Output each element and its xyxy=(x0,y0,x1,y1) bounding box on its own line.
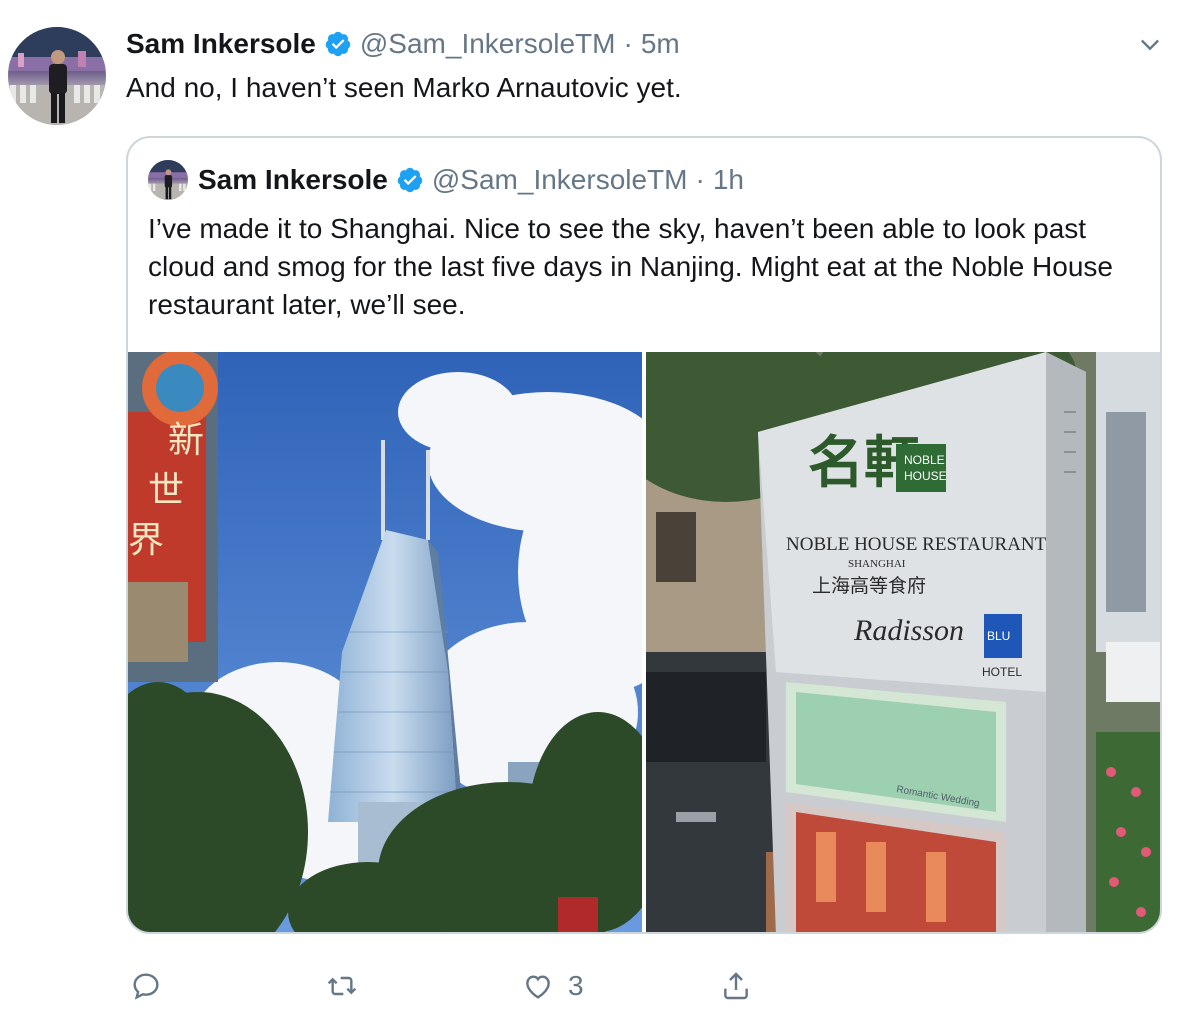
author-handle[interactable]: @Sam_InkersoleTM xyxy=(360,28,616,60)
share-icon xyxy=(724,972,748,1000)
reply-button[interactable] xyxy=(130,962,176,1010)
building-sign-char: 世 xyxy=(148,470,184,511)
photo-skyscraper[interactable]: 新 世 界 xyxy=(128,352,642,932)
verified-icon xyxy=(324,30,352,58)
retweet-icon xyxy=(327,976,357,996)
reply-icon xyxy=(133,973,159,1000)
quoted-author-handle: @Sam_InkersoleTM xyxy=(431,164,688,195)
separator: · xyxy=(695,164,705,195)
tweet-text: And no, I haven’t seen Marko Arnautovic … xyxy=(126,72,682,103)
sign-badge-line1: NOBLE xyxy=(904,453,945,467)
retweet-button[interactable] xyxy=(326,962,372,1010)
action-bar: 3 xyxy=(126,962,826,1010)
verified-icon xyxy=(396,166,424,194)
like-icon xyxy=(526,975,550,999)
sign-chinese-line: 上海高等食府 xyxy=(812,575,926,597)
building-sign-char: 新 xyxy=(168,420,204,461)
separator: · xyxy=(623,28,633,59)
like-count: 3 xyxy=(568,970,584,1001)
share-button[interactable] xyxy=(720,962,752,1010)
quoted-tweet-text: I’ve made it to Shanghai. Nice to see th… xyxy=(148,213,1113,320)
sign-hotel-badge: BLU xyxy=(987,629,1010,643)
sign-hotel-brand: Radisson xyxy=(853,614,964,647)
sign-hotel: HOTEL xyxy=(982,665,1022,679)
sign-restaurant-name: NOBLE HOUSE RESTAURANT xyxy=(786,534,1047,555)
building-sign-char: 界 xyxy=(128,520,164,561)
quoted-tweet-header: Sam Inkersole @Sam_InkersoleTM · 1h xyxy=(198,160,744,200)
quoted-tweet[interactable]: Sam Inkersole @Sam_InkersoleTM · 1h I’ve… xyxy=(126,136,1162,934)
tweet-time[interactable]: 5m xyxy=(641,28,680,60)
quoted-author-avatar xyxy=(148,160,188,200)
sign-city: SHANGHAI xyxy=(848,558,906,570)
like-button[interactable]: 3 xyxy=(522,962,584,1010)
author-avatar[interactable] xyxy=(8,27,106,125)
tweet-header: Sam Inkersole @Sam_InkersoleTM · 5m xyxy=(126,26,680,62)
caret-down-icon[interactable] xyxy=(1136,30,1164,58)
quoted-tweet-time: 1h xyxy=(712,164,744,195)
photo-noble-house-sign[interactable]: 名軒 NOBLE HOUSE NOBLE HOUSE RESTAURANT SH… xyxy=(646,352,1160,932)
sign-badge-line2: HOUSE xyxy=(904,469,947,483)
quoted-author-name: Sam Inkersole xyxy=(198,164,388,195)
author-name[interactable]: Sam Inkersole xyxy=(126,28,316,60)
